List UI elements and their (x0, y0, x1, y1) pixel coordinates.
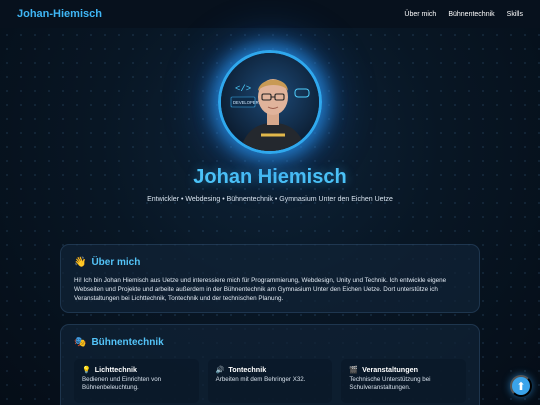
clapper-board-icon: 🎬 (349, 366, 359, 374)
avatar-sticker-text: DEVELOPER (233, 100, 259, 105)
avatar-image: </> DEVELOPER (221, 53, 319, 151)
stage-title-row: 🎭 Bühnentechnik (74, 337, 466, 348)
waving-hand-icon: 👋 (74, 257, 87, 268)
stage-tech-card: 🎭 Bühnentechnik 💡 Lichttechnik Bedienen … (60, 324, 480, 405)
stage-grid: 💡 Lichttechnik Bedienen und Einrichten v… (74, 359, 467, 403)
stage-item-events: 🎬 Veranstaltungen Technische Unterstützu… (341, 359, 467, 403)
stage-item-title: Veranstaltungen (362, 365, 418, 374)
stage-item-title: Lichttechnik (94, 365, 138, 374)
stage-title: Bühnentechnik (91, 337, 164, 348)
about-title: Über mich (91, 257, 141, 268)
hero: </> DEVELOPER Johan Hiemisch Entwickler … (0, 50, 540, 203)
about-title-row: 👋 Über mich (74, 257, 466, 268)
hero-subtitle: Entwickler • Webdesing • Bühnentechnik •… (147, 196, 393, 203)
nav-link-skills[interactable]: Skills (507, 11, 523, 18)
avatar: </> DEVELOPER (218, 50, 322, 154)
stage-item-title: Tontechnik (228, 365, 267, 374)
svg-text:</>: </> (235, 84, 251, 94)
arrow-up-icon: ⬆ (516, 380, 526, 393)
stage-item-text: Technische Unterstützung bei Schulverans… (349, 376, 431, 392)
brand-logo[interactable]: Johan-Hiemisch (17, 8, 102, 20)
about-text: Hi! Ich bin Johan Hiemisch aus Uetze und… (74, 277, 447, 302)
speaker-icon: 🔊 (215, 366, 225, 374)
stage-item-sound: 🔊 Tontechnik Arbeiten mit dem Behringer … (207, 359, 333, 403)
nav-link-about[interactable]: Über mich (404, 11, 436, 18)
stage-item-text: Bedienen und Einrichten von Bühnenbeleuc… (82, 376, 162, 392)
stage-item-text: Arbeiten mit dem Behringer X32. (215, 376, 306, 383)
nav-links: Über mich Bühnentechnik Skills (404, 11, 523, 18)
nav-link-stage-tech[interactable]: Bühnentechnik (448, 11, 494, 18)
hero-title: Johan Hiemisch (193, 166, 347, 188)
theater-masks-icon: 🎭 (74, 337, 87, 348)
navbar: Johan-Hiemisch Über mich Bühnentechnik S… (0, 0, 540, 28)
light-bulb-icon: 💡 (82, 366, 91, 374)
about-card: 👋 Über mich Hi! Ich bin Johan Hiemisch a… (60, 244, 480, 313)
scroll-to-top-button[interactable]: ⬆ (510, 375, 532, 397)
stage-item-lighting: 💡 Lichttechnik Bedienen und Einrichten v… (74, 359, 199, 403)
